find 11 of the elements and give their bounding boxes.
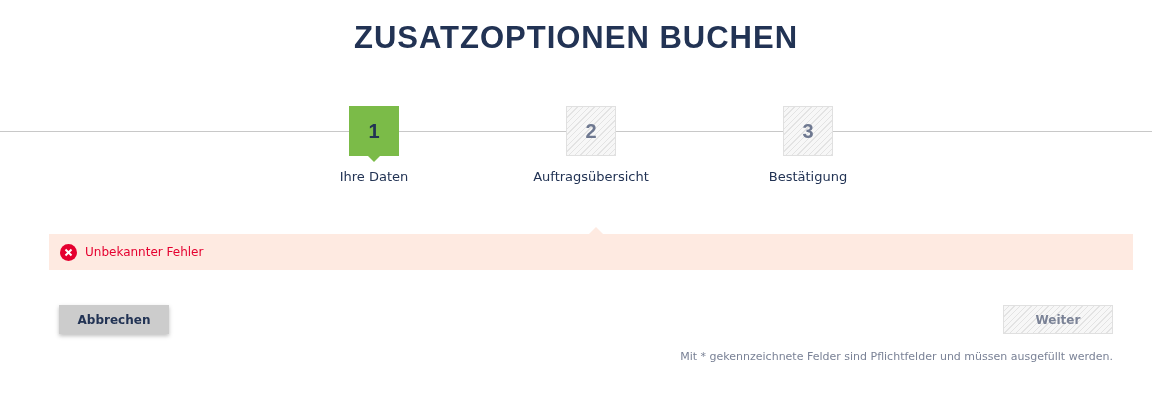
cancel-button[interactable]: Abbrechen (59, 305, 169, 334)
step-label: Auftragsübersicht (533, 169, 649, 184)
step-label: Ihre Daten (339, 169, 409, 184)
error-message: Unbekannter Fehler (85, 245, 204, 259)
error-icon (60, 243, 77, 261)
step-number[interactable]: 2 (566, 106, 616, 156)
step-number[interactable]: 3 (783, 106, 833, 156)
required-fields-note: Mit * gekennzeichnete Felder sind Pflichtfelder und müssen ausgefüllt werden. (679, 350, 1113, 363)
step-pointer (368, 156, 380, 162)
page-title: ZUSATZOPTIONEN BUCHEN (352, 19, 800, 57)
step-label: Bestätigung (768, 169, 848, 184)
